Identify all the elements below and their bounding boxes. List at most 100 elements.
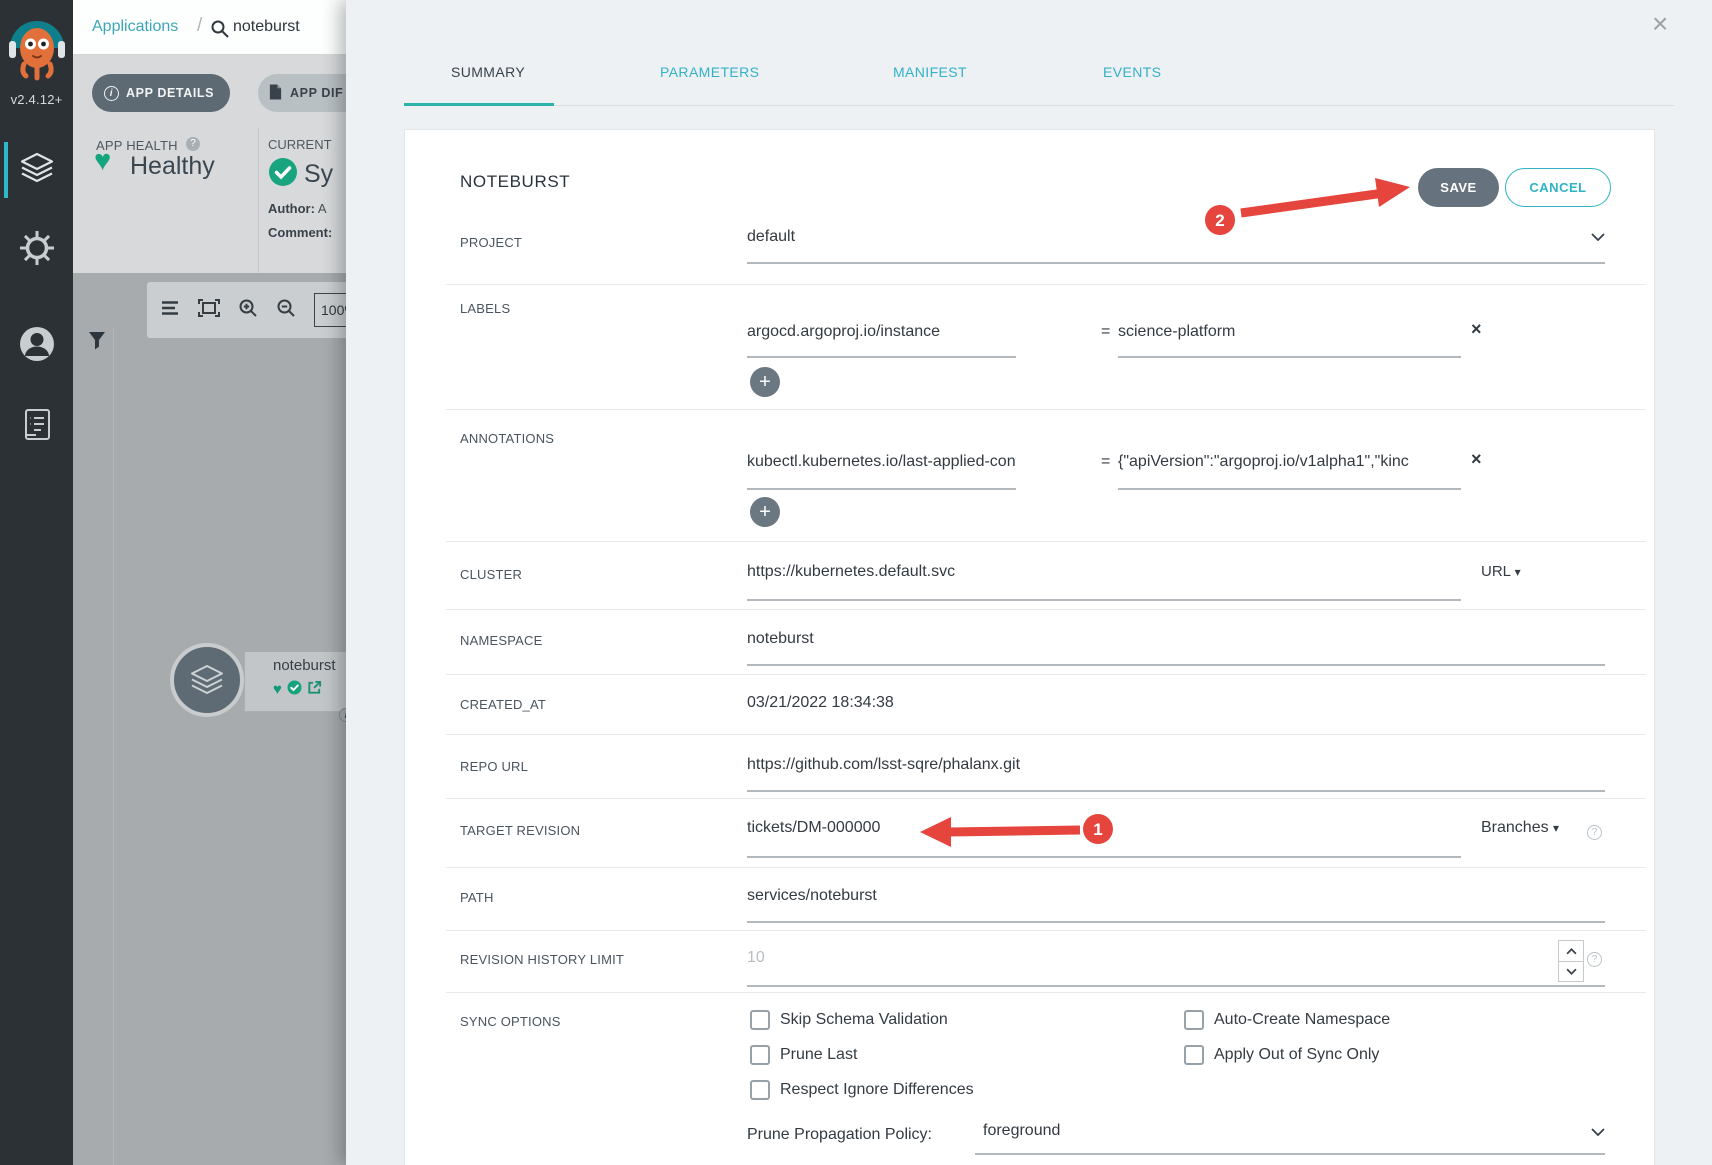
argo-logo xyxy=(8,8,66,90)
tab-manifest[interactable]: MANIFEST xyxy=(893,64,967,80)
created-at-label: CREATED_AT xyxy=(460,697,546,712)
save-button[interactable]: SAVE xyxy=(1418,168,1499,207)
checkbox-apply-out-of-sync-only[interactable] xyxy=(1184,1045,1204,1065)
node-name: noteburst xyxy=(273,657,352,674)
docs-icon xyxy=(22,408,52,449)
active-tab-underline xyxy=(404,103,554,106)
add-label-button[interactable]: + xyxy=(750,367,780,397)
breadcrumb-separator: / xyxy=(197,15,202,37)
app-node-icon[interactable] xyxy=(170,643,244,717)
node-synced-check-icon xyxy=(287,680,302,700)
comment-label: Comment: xyxy=(268,225,332,240)
graph-toolbar: 100% xyxy=(147,282,353,338)
path-input[interactable]: services/noteburst xyxy=(747,887,1597,905)
version-label: v2.4.12+ xyxy=(0,92,73,107)
sidebar-item-user[interactable] xyxy=(0,314,73,378)
stepper-up-button[interactable] xyxy=(1559,941,1583,961)
fit-to-screen-icon[interactable] xyxy=(198,299,220,322)
namespace-underline xyxy=(747,664,1605,666)
author-value: A xyxy=(318,201,327,216)
breadcrumb-applications-link[interactable]: Applications xyxy=(92,18,178,36)
sync-status-label: CURRENT xyxy=(268,137,353,152)
label-key-input[interactable]: argocd.argoproj.io/instance xyxy=(747,323,1016,341)
zoom-out-icon[interactable] xyxy=(276,298,296,323)
cluster-label: CLUSTER xyxy=(460,567,522,582)
tab-parameters[interactable]: PARAMETERS xyxy=(660,64,759,80)
node-health-heart-icon: ♥ xyxy=(273,683,282,697)
gear-icon xyxy=(19,230,55,271)
checkbox-prune-last[interactable] xyxy=(750,1045,770,1065)
labels-label: LABELS xyxy=(460,301,510,316)
checkbox-respect-ignore-differences[interactable] xyxy=(750,1080,770,1100)
tab-events[interactable]: EVENTS xyxy=(1103,64,1161,80)
prune-policy-chevron-down-icon[interactable] xyxy=(1591,1128,1605,1136)
sync-status-column: CURRENT Sy Author: A Comment: xyxy=(258,128,353,293)
tab-summary[interactable]: SUMMARY xyxy=(451,64,525,80)
row-separator xyxy=(446,867,1646,868)
zoom-in-icon[interactable] xyxy=(238,298,258,323)
checkbox-auto-create-namespace[interactable] xyxy=(1184,1010,1204,1030)
checkbox-skip-schema-validation[interactable] xyxy=(750,1010,770,1030)
sidebar-item-applications[interactable] xyxy=(0,138,73,202)
label-key-underline xyxy=(747,356,1016,358)
app-graph-area: 100% noteburst ♥ xyxy=(73,273,353,1165)
checkbox-label: Respect Ignore Differences xyxy=(780,1081,974,1099)
annotations-label: ANNOTATIONS xyxy=(460,431,554,446)
path-label: PATH xyxy=(460,890,494,905)
app-details-button[interactable]: i APP DETAILS xyxy=(92,74,230,112)
annotation-key-input[interactable]: kubectl.kubernetes.io/last-applied-confi… xyxy=(747,453,1016,471)
target-revision-input[interactable]: tickets/DM-000000 xyxy=(747,819,1307,837)
created-at-value: 03/21/2022 18:34:38 xyxy=(747,694,1597,712)
filter-icon[interactable] xyxy=(88,331,106,357)
health-help-icon[interactable]: ? xyxy=(186,137,200,151)
row-separator xyxy=(446,798,1646,799)
prune-propagation-policy-select[interactable]: foreground xyxy=(983,1122,1060,1140)
cluster-input[interactable]: https://kubernetes.default.svc xyxy=(747,563,1447,581)
app-node-card[interactable]: noteburst ♥ xyxy=(244,652,353,712)
project-input[interactable]: default xyxy=(747,228,1597,246)
checkbox-label: Prune Last xyxy=(780,1046,857,1064)
repo-url-input[interactable]: https://github.com/lsst-sqre/phalanx.git xyxy=(747,756,1597,774)
background-page: Applications / noteburst i APP DETAILS A… xyxy=(73,0,353,1165)
cluster-underline xyxy=(747,599,1461,601)
target-revision-underline xyxy=(747,856,1461,858)
revision-history-help-icon[interactable]: ? xyxy=(1587,952,1602,967)
revision-history-limit-input[interactable]: 10 xyxy=(747,949,1447,967)
node-external-link-icon[interactable] xyxy=(307,680,322,700)
checkbox-label: Skip Schema Validation xyxy=(780,1011,948,1029)
stepper-down-button[interactable] xyxy=(1559,961,1583,981)
graph-menu-icon[interactable] xyxy=(160,300,180,321)
row-separator xyxy=(446,409,1646,410)
sync-options-label: SYNC OPTIONS xyxy=(460,1014,561,1029)
cluster-mode-dropdown[interactable]: URL ▾ xyxy=(1481,563,1521,580)
breadcrumb-current-app: noteburst xyxy=(233,18,300,36)
target-revision-help-icon[interactable]: ? xyxy=(1587,825,1602,840)
project-label: PROJECT xyxy=(460,235,522,250)
namespace-input[interactable]: noteburst xyxy=(747,630,1597,648)
remove-annotation-icon[interactable]: × xyxy=(1471,450,1482,468)
number-stepper xyxy=(1558,940,1584,982)
breadcrumb: Applications / noteburst xyxy=(73,0,353,55)
remove-label-icon[interactable]: × xyxy=(1471,320,1482,338)
revision-history-limit-label: REVISION HISTORY LIMIT xyxy=(460,952,624,967)
health-heart-icon: ♥ xyxy=(94,145,111,178)
label-value-underline xyxy=(1118,356,1461,358)
search-icon xyxy=(210,19,230,44)
close-icon[interactable]: × xyxy=(1648,6,1672,42)
checkbox-label: Auto-Create Namespace xyxy=(1214,1011,1390,1029)
info-icon: i xyxy=(104,86,119,101)
project-chevron-down-icon[interactable] xyxy=(1591,233,1605,241)
app-health-value: Healthy xyxy=(130,152,215,181)
revision-type-dropdown[interactable]: Branches ▾ xyxy=(1481,819,1559,837)
sidebar-item-settings[interactable] xyxy=(0,218,73,282)
sync-status-value: Sy xyxy=(304,160,333,189)
row-separator xyxy=(446,992,1646,993)
add-annotation-button[interactable]: + xyxy=(750,497,780,527)
cancel-button[interactable]: CANCEL xyxy=(1505,168,1611,207)
sidebar-item-docs[interactable] xyxy=(0,396,73,460)
label-value-input[interactable]: science-platform xyxy=(1118,323,1461,341)
path-underline xyxy=(747,921,1605,923)
annotation-value-input[interactable]: {"apiVersion":"argoproj.io/v1alpha1","ki… xyxy=(1118,453,1461,471)
annotation-key-underline xyxy=(747,488,1016,490)
tabs-baseline xyxy=(404,105,1674,106)
